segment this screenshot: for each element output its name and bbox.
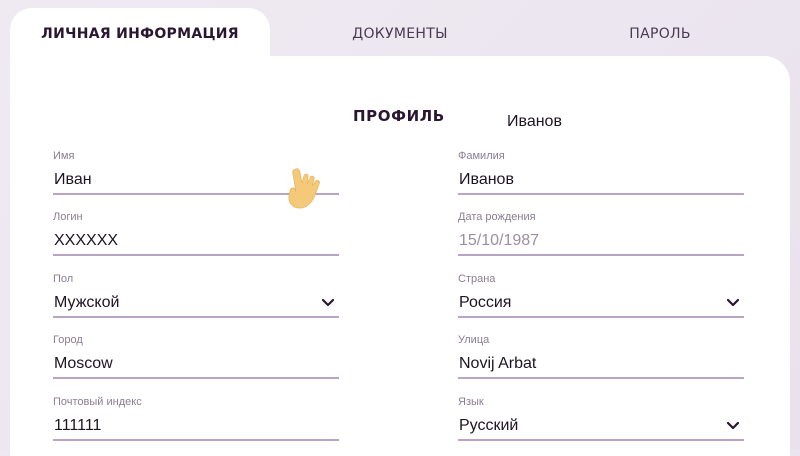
login-value: XXXXXX bbox=[54, 232, 119, 249]
tab-documents[interactable]: ДОКУМЕНТЫ bbox=[300, 8, 500, 60]
tab-password[interactable]: ПАРОЛЬ bbox=[560, 8, 760, 60]
city-label: Город bbox=[53, 334, 83, 346]
hand-pointer-icon bbox=[284, 165, 334, 215]
chevron-down-icon[interactable] bbox=[726, 421, 740, 431]
tab-bar: ЛИЧНАЯ ИНФОРМАЦИЯ ДОКУМЕНТЫ ПАРОЛЬ bbox=[0, 0, 800, 60]
birth-date-input[interactable]: 15/10/1987 bbox=[458, 228, 744, 256]
postal-code-label: Почтовый индекс bbox=[53, 396, 142, 408]
street-value: Novij Arbat bbox=[459, 355, 537, 372]
section-title: ПРОФИЛЬ bbox=[353, 107, 445, 125]
postal-code-input[interactable]: 111111 bbox=[53, 413, 339, 441]
gender-label: Пол bbox=[53, 273, 74, 285]
language-select[interactable]: Русский bbox=[458, 413, 744, 441]
street-input[interactable]: Novij Arbat bbox=[458, 351, 744, 379]
street-label: Улица bbox=[458, 334, 490, 346]
chevron-down-icon[interactable] bbox=[321, 298, 335, 308]
city-input[interactable]: Moscow bbox=[53, 351, 339, 379]
country-value: Россия bbox=[459, 294, 512, 311]
login-field: Логин XXXXXX bbox=[53, 210, 339, 256]
country-select[interactable]: Россия bbox=[458, 290, 744, 318]
postal-code-value: 111111 bbox=[54, 417, 102, 434]
birth-date-label: Дата рождения bbox=[458, 211, 536, 223]
gender-field: Пол Мужской bbox=[53, 272, 339, 318]
country-label: Страна bbox=[458, 273, 496, 285]
last-name-label: Фамилия bbox=[458, 150, 505, 162]
city-value: Moscow bbox=[54, 355, 113, 372]
login-input[interactable]: XXXXXX bbox=[53, 228, 339, 256]
last-name-input[interactable]: Иванов bbox=[458, 167, 744, 195]
chevron-down-icon[interactable] bbox=[726, 298, 740, 308]
birth-date-field: Дата рождения 15/10/1987 bbox=[458, 210, 744, 256]
birth-date-value: 15/10/1987 bbox=[459, 232, 540, 249]
language-field: Язык Русский bbox=[458, 395, 744, 441]
postal-code-field: Почтовый индекс 111111 bbox=[53, 395, 339, 441]
language-value: Русский bbox=[459, 417, 519, 434]
first-name-value: Иван bbox=[54, 171, 92, 188]
street-field: Улица Novij Arbat bbox=[458, 333, 744, 379]
first-name-label: Имя bbox=[53, 150, 75, 162]
last-name-field: Фамилия Иванов bbox=[458, 149, 744, 195]
last-name-value: Иванов bbox=[459, 171, 514, 188]
floating-surname-text: Иванов bbox=[507, 113, 562, 130]
gender-select[interactable]: Мужской bbox=[53, 290, 339, 318]
city-field: Город Moscow bbox=[53, 333, 339, 379]
country-field: Страна Россия bbox=[458, 272, 744, 318]
language-label: Язык bbox=[458, 396, 484, 408]
gender-value: Мужской bbox=[54, 294, 120, 311]
